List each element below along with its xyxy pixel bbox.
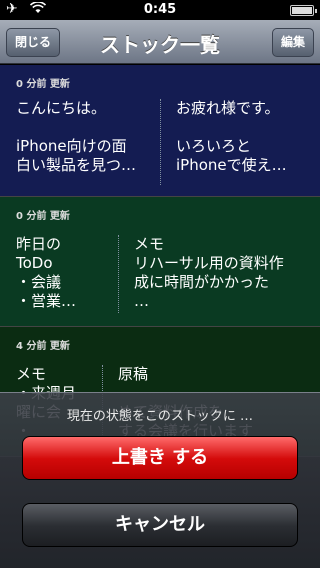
stock-left-text: 昨日の ToDo ・会議 ・営業…: [16, 235, 77, 310]
column-divider: [118, 235, 119, 313]
stock-item[interactable]: 0 分前 更新 昨日の ToDo ・会議 ・営業… メモ リハーサル用の資料作 …: [0, 197, 320, 327]
stock-right-text: メモ リハーサル用の資料作 成に時間がかかった …: [134, 235, 284, 310]
stock-left-text: こんにちは。 iPhone向けの面 白い製品を見つ…: [16, 99, 137, 174]
overwrite-button[interactable]: 上書き する: [22, 436, 298, 480]
status-time: 0:45: [143, 2, 177, 17]
updated-time: 4 分前 更新: [16, 341, 70, 352]
column-divider: [160, 99, 161, 185]
battery-icon: [290, 5, 317, 16]
cancel-button[interactable]: キャンセル: [22, 503, 298, 547]
edit-button[interactable]: 編集: [271, 28, 314, 57]
updated-time: 0 分前 更新: [16, 79, 70, 90]
updated-time: 0 分前 更新: [16, 211, 70, 222]
navigation-bar: 閉じる ストック一覧 編集: [0, 20, 320, 64]
action-sheet-title: 現在の状態をこのストックに …: [66, 409, 254, 424]
action-sheet: 現在の状態をこのストックに … 上書き する キャンセル: [0, 392, 320, 568]
status-bar: ✈ 0:45: [0, 0, 320, 20]
stock-item[interactable]: 0 分前 更新 こんにちは。 iPhone向けの面 白い製品を見つ… お疲れ様で…: [0, 65, 320, 197]
stock-right-text: お疲れ様です。 いろいろと iPhoneで使え…: [176, 99, 287, 174]
